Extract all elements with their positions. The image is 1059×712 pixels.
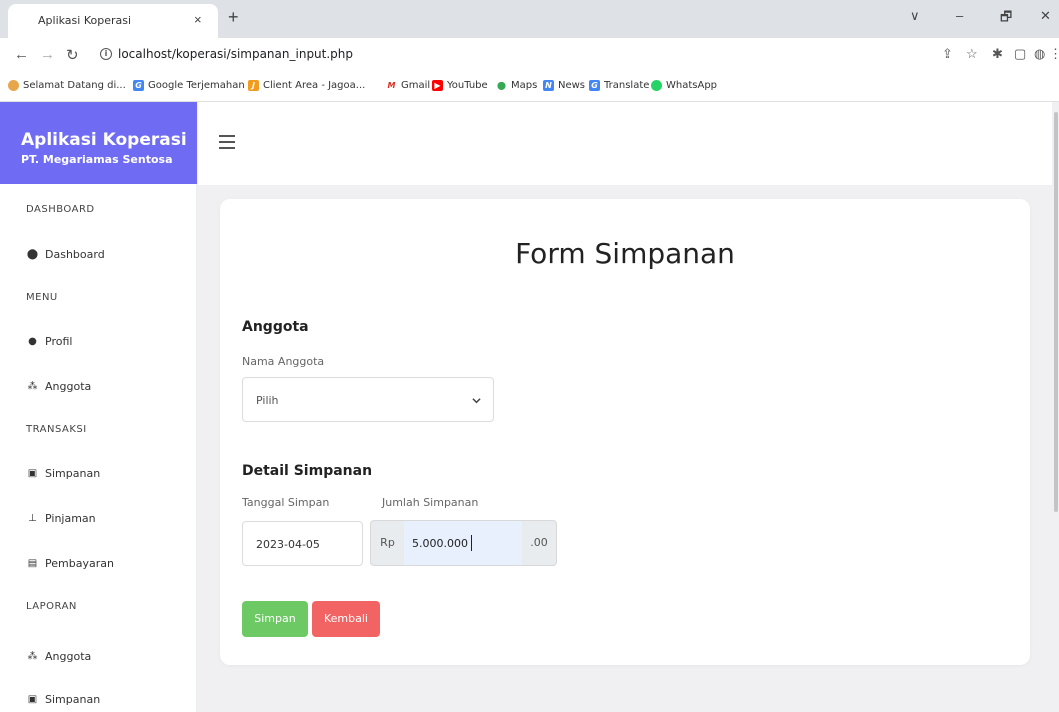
sidebar-item-laporan-simpanan[interactable]: ▣ Simpanan <box>26 693 100 706</box>
bookmark-star-icon[interactable]: ☆ <box>966 46 978 62</box>
extensions-icon[interactable]: ✱ <box>992 46 1003 62</box>
youtube-icon: ▶ <box>432 80 443 91</box>
sidebar-item-profil[interactable]: ● Profil <box>26 335 72 348</box>
gmail-icon: M <box>386 80 397 91</box>
globe-icon <box>8 80 19 91</box>
bookmark-item[interactable]: ⬤ Maps <box>496 80 537 91</box>
new-tab-button[interactable]: + <box>228 7 239 28</box>
brand-title: Aplikasi Koperasi <box>21 130 187 150</box>
translate-icon: G <box>589 80 600 91</box>
sidebar: Aplikasi Koperasi PT. Megariamas Sentosa… <box>0 102 197 712</box>
detail-simpanan-section-title: Detail Simpanan <box>242 463 373 479</box>
kembali-button[interactable]: Kembali <box>312 601 380 637</box>
brand-subtitle: PT. Megariamas Sentosa <box>21 153 173 166</box>
sidebar-heading-dashboard: DASHBOARD <box>26 204 95 215</box>
decimal-suffix: .00 <box>522 520 557 566</box>
sidebar-item-anggota[interactable]: ⁂ Anggota <box>26 380 92 393</box>
brand-header[interactable]: Aplikasi Koperasi PT. Megariamas Sentosa <box>0 102 197 184</box>
sidepanel-icon[interactable]: ▢ <box>1014 46 1026 62</box>
sidebar-item-pinjaman[interactable]: ⊥ Pinjaman <box>26 512 96 525</box>
bookmark-item[interactable]: Selamat Datang di... <box>8 80 126 91</box>
jumlah-simpanan-input[interactable]: 5.000.000 <box>404 520 522 566</box>
currency-prefix: Rp <box>370 520 404 566</box>
user-icon: ● <box>28 336 37 347</box>
anggota-section-title: Anggota <box>242 319 309 335</box>
browser-toolbar: ← → ↻ i localhost/koperasi/simpanan_inpu… <box>0 38 1059 72</box>
tab-close-icon[interactable]: × <box>194 12 202 27</box>
sidebar-heading-menu: MENU <box>26 292 58 303</box>
sidebar-heading-transaksi: TRANSAKSI <box>26 424 87 435</box>
sidebar-item-dashboard[interactable]: ⬤ Dashboard <box>26 248 105 261</box>
back-arrow-icon[interactable]: ← <box>14 46 29 63</box>
news-icon: N <box>543 80 554 91</box>
users-icon: ⁂ <box>27 651 38 662</box>
top-navbar <box>198 102 1059 185</box>
tanggal-simpan-input[interactable]: 2023-04-05 <box>242 521 363 566</box>
browser-tab[interactable]: Aplikasi Koperasi × <box>8 4 218 38</box>
site-info-icon[interactable]: i <box>100 48 112 60</box>
bookmark-item[interactable]: N News <box>543 80 585 91</box>
reload-icon[interactable]: ↻ <box>66 46 79 64</box>
menu-kebab-icon[interactable]: ⋮ <box>1049 46 1059 62</box>
tanggal-simpan-label: Tanggal Simpan <box>242 496 330 509</box>
wallet-icon: ▣ <box>27 468 38 479</box>
sidebar-item-simpanan[interactable]: ▣ Simpanan <box>26 467 100 480</box>
hand-holding-icon: ⊥ <box>28 513 37 524</box>
wallet-icon: ▣ <box>27 694 38 705</box>
tanggal-simpan-value: 2023-04-05 <box>256 538 320 551</box>
bookmarks-bar: Selamat Datang di... G Google Terjemahan … <box>0 72 1059 102</box>
users-icon: ⁂ <box>27 381 38 392</box>
nama-anggota-label: Nama Anggota <box>242 355 325 368</box>
jagoan-icon: J <box>248 80 259 91</box>
page-title: Form Simpanan <box>515 237 735 270</box>
tab-title: Aplikasi Koperasi <box>38 14 132 27</box>
bookmark-item[interactable]: G Google Terjemahan <box>133 80 245 91</box>
nama-anggota-value: Pilih <box>256 394 279 407</box>
page-scrollbar-thumb[interactable] <box>1054 112 1058 512</box>
simpan-button[interactable]: Simpan <box>242 601 308 637</box>
jumlah-simpanan-group: Rp 5.000.000 .00 <box>370 520 557 566</box>
restore-icon[interactable]: 🗗 <box>1000 8 1012 30</box>
tab-search-icon[interactable]: ∨ <box>910 8 920 24</box>
bookmark-item[interactable]: M Gmail <box>386 80 430 91</box>
form-card: Form Simpanan Anggota Nama Anggota Pilih… <box>220 199 1030 665</box>
browser-tab-strip: Aplikasi Koperasi × + ∨ – 🗗 ✕ <box>0 0 1059 38</box>
sidebar-heading-laporan: LAPORAN <box>26 601 77 612</box>
bookmark-item[interactable]: WhatsApp <box>651 80 717 91</box>
hamburger-menu-icon[interactable] <box>219 135 235 149</box>
forward-arrow-icon[interactable]: → <box>40 46 55 63</box>
bookmark-item[interactable]: J Client Area - Jagoa... <box>248 80 365 91</box>
minimize-icon[interactable]: – <box>956 8 963 23</box>
bookmark-item[interactable]: G Translate <box>589 80 649 91</box>
translate-icon: G <box>133 80 144 91</box>
jumlah-simpanan-label: Jumlah Simpanan <box>382 496 479 509</box>
chevron-down-icon <box>472 398 481 404</box>
text-caret <box>471 535 472 551</box>
profile-icon[interactable]: ◍ <box>1034 46 1045 62</box>
money-icon: ▤ <box>27 558 38 569</box>
maps-icon: ⬤ <box>496 80 507 91</box>
share-icon[interactable]: ⇪ <box>942 46 953 62</box>
jumlah-simpanan-value: 5.000.000 <box>412 537 468 550</box>
address-bar[interactable]: localhost/koperasi/simpanan_input.php <box>118 47 353 61</box>
nama-anggota-select[interactable]: Pilih <box>242 377 494 422</box>
bookmark-item[interactable]: ▶ YouTube <box>432 80 488 91</box>
close-window-icon[interactable]: ✕ <box>1040 8 1051 24</box>
sidebar-item-pembayaran[interactable]: ▤ Pembayaran <box>26 557 114 570</box>
palette-icon: ⬤ <box>26 249 39 260</box>
sidebar-item-laporan-anggota[interactable]: ⁂ Anggota <box>26 650 92 663</box>
whatsapp-icon <box>651 80 662 91</box>
